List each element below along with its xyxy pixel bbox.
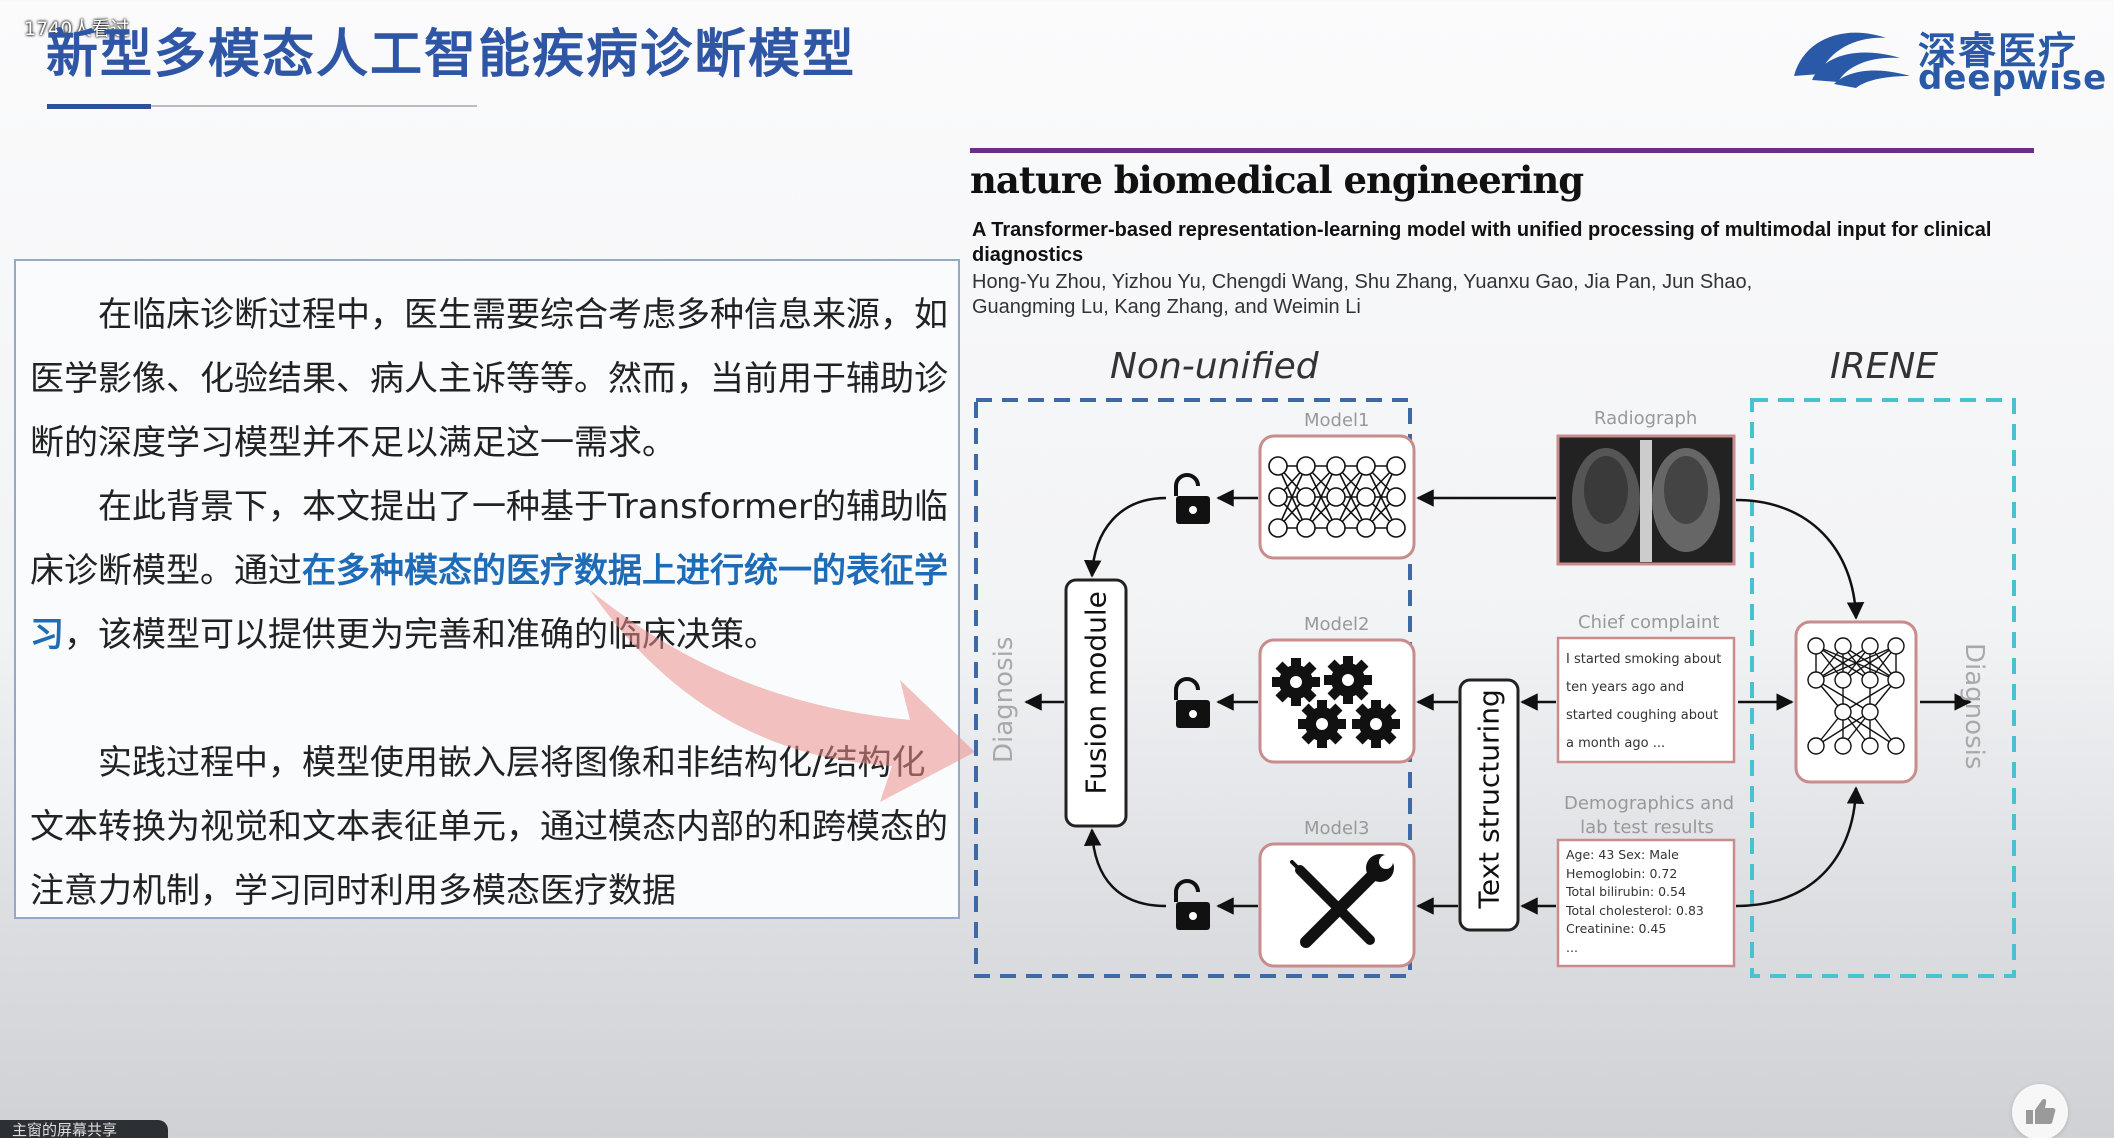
like-button[interactable] [2012, 1084, 2068, 1138]
lab-line: ... [1566, 939, 1578, 955]
diagnosis-right-label: Diagnosis [1959, 643, 1989, 770]
lab-line: Creatinine: 0.45 [1566, 921, 1667, 936]
diagnosis-left-label: Diagnosis [989, 636, 1019, 763]
journal-rule [970, 148, 2034, 153]
chief-complaint-label: Chief complaint [1578, 612, 1720, 633]
thumbs-up-icon [2026, 1099, 2056, 1124]
lock-icon-2 [1174, 677, 1210, 728]
authors-line-1: Hong-Yu Zhou, Yizhou Yu, Chengdi Wang, S… [972, 271, 1753, 293]
pointer-arrow-overlay [590, 590, 975, 802]
lab-line: Total bilirubin: 0.54 [1566, 884, 1686, 899]
lab-line: Age: 43 Sex: Male [1566, 847, 1679, 862]
chief-complaint-line: a month ago ... [1566, 736, 1666, 751]
deepwise-logo: 深睿医疗 deepwise [1790, 18, 2106, 98]
chief-complaint-line: I started smoking about [1566, 652, 1722, 667]
irene-heading: IRENE [1830, 346, 1939, 387]
lab-line: Total cholesterol: 0.83 [1566, 902, 1704, 918]
fusion-module-label: Fusion module [1079, 591, 1113, 795]
lab-line: Hemoglobin: 0.72 [1566, 865, 1678, 881]
journal-name: nature biomedical engineering [970, 158, 1584, 202]
non-unified-heading: Non-unified [1110, 346, 1319, 387]
paper-title: A Transformer-based representation-learn… [972, 219, 1992, 266]
lab-results-text: Age: 43 Sex: Male Hemoglobin: 0.72 Total… [1566, 846, 1704, 957]
chief-complaint-line: ten years ago and [1566, 680, 1685, 695]
lock-icon-3 [1174, 879, 1210, 930]
logo-en-text: deepwise [1918, 58, 2108, 98]
model1-label: Model1 [1304, 410, 1370, 431]
radiograph-image [1556, 434, 1736, 566]
authors-line-2: Guangming Lu, Kang Zhang, and Weimin Li [972, 296, 1361, 318]
lock-icon [1174, 473, 1210, 524]
wave-logo-icon [1794, 32, 1910, 88]
paragraph-1: 在临床诊断过程中，医生需要综合考虑多种信息来源，如医学影像、化验结果、病人主诉等… [30, 295, 948, 463]
title-underline-thin [151, 105, 477, 107]
screen-share-tab[interactable]: 主窗的屏幕共享 [0, 1120, 168, 1138]
chief-complaint-line: started coughing about [1566, 708, 1719, 723]
architecture-diagram: Non-unified IRENE Model1 Model2 Model3 R… [970, 340, 2020, 990]
chief-complaint-text: I started smoking about ten years ago an… [1566, 646, 1721, 758]
model3-label: Model3 [1304, 818, 1370, 839]
demographics-label-line-2: lab test results [1580, 817, 1714, 838]
slide-title: 新型多模态人工智能疾病诊断模型 [46, 25, 857, 85]
text-structuring-label: Text structuring [1472, 689, 1506, 909]
demographics-label-line-1: Demographics and [1564, 793, 1735, 814]
paper-authors: Hong-Yu Zhou, Yizhou Yu, Chengdi Wang, S… [972, 270, 2036, 320]
model2-label: Model2 [1304, 614, 1370, 635]
radiograph-label: Radiograph [1594, 408, 1698, 429]
title-underline [47, 104, 151, 109]
demographics-label: Demographics and lab test results [1564, 792, 1735, 840]
